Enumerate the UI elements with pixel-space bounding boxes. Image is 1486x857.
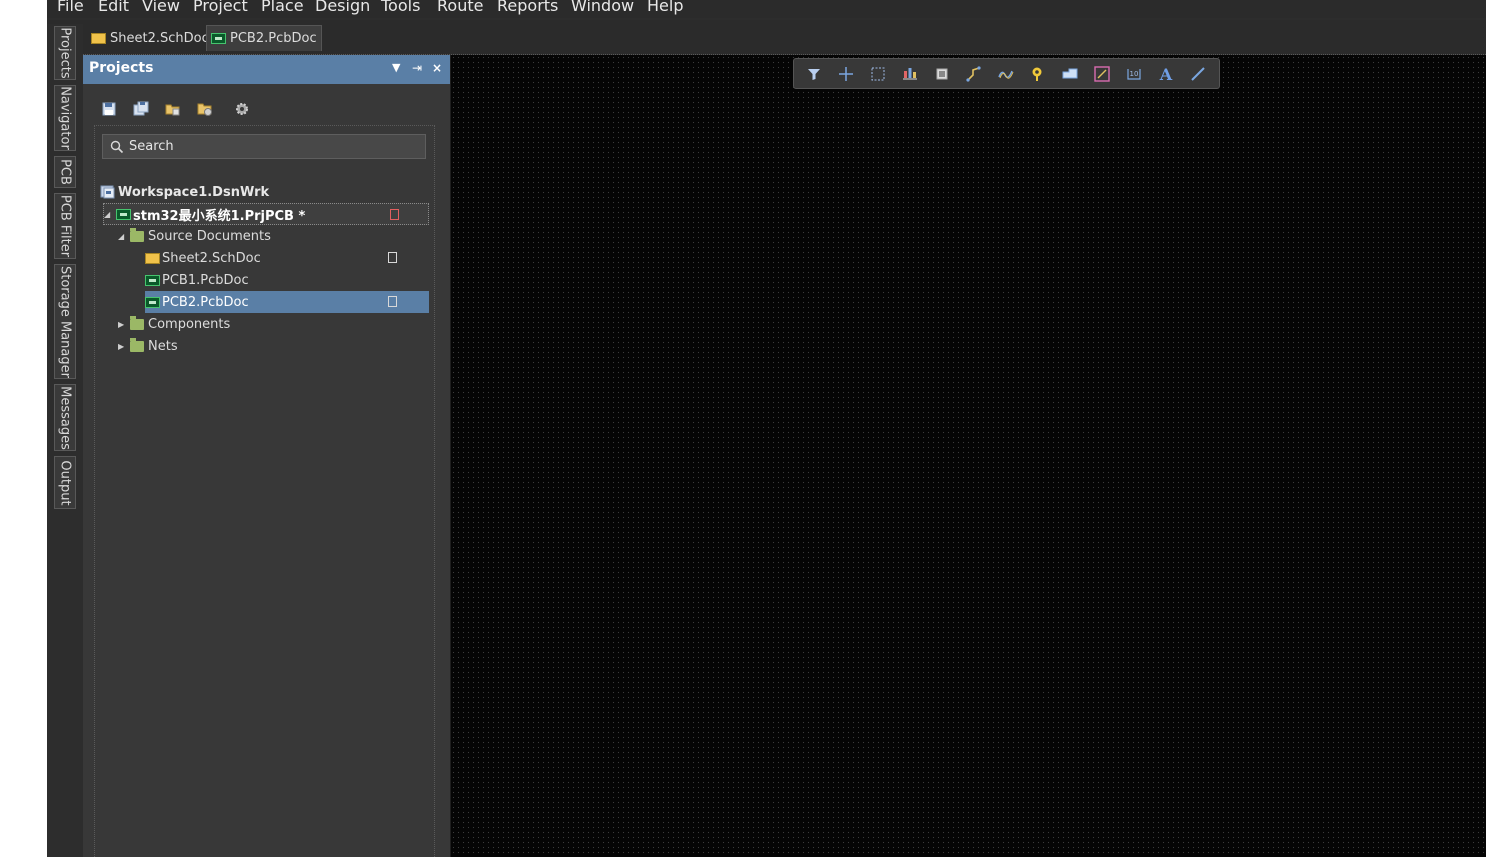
menu-reports[interactable]: Reports	[497, 0, 558, 15]
select-rect-icon[interactable]	[867, 63, 889, 85]
doc-status-icon	[388, 296, 397, 307]
altium-window: File Edit View Project Place Design Tool…	[47, 0, 1486, 857]
doc-label: PCB1.PcbDoc	[162, 272, 249, 288]
menu-project[interactable]: Project	[193, 0, 248, 15]
tree-project[interactable]: ◢ stm32最小系统1.PrjPCB *	[103, 203, 429, 225]
menu-route[interactable]: Route	[437, 0, 483, 15]
menu-edit[interactable]: Edit	[98, 0, 129, 15]
keepout-icon[interactable]	[1091, 63, 1113, 85]
doc-label: Sheet2.SchDoc	[162, 250, 261, 266]
via-icon[interactable]	[1027, 63, 1049, 85]
schematic-doc-icon	[91, 32, 106, 44]
menu-file[interactable]: File	[57, 0, 84, 15]
expand-arrow-icon[interactable]: ▶	[118, 320, 130, 329]
side-tab-pcb-filter[interactable]: PCB Filter	[54, 193, 76, 259]
folder-label: Nets	[148, 338, 178, 354]
menu-place[interactable]: Place	[261, 0, 304, 15]
search-icon	[110, 140, 124, 154]
tree-source-documents[interactable]: ◢ Source Documents	[118, 225, 271, 247]
polygon-icon[interactable]	[1059, 63, 1081, 85]
side-tab-navigator[interactable]: Navigator	[54, 85, 76, 151]
search-placeholder: Search	[129, 139, 174, 154]
folder-icon	[130, 337, 144, 352]
menu-view[interactable]: View	[142, 0, 180, 15]
modified-doc-icon	[390, 209, 399, 220]
pcb-project-icon	[116, 208, 131, 220]
pcb-doc-icon	[145, 274, 160, 286]
workspace-label: Workspace1.DsnWrk	[118, 184, 270, 200]
side-tab-storage-manager[interactable]: Storage Manager	[54, 264, 76, 379]
folder-label: Source Documents	[148, 228, 271, 244]
tab-sheet2-schdoc[interactable]: Sheet2.SchDoc	[87, 25, 213, 51]
align-icon[interactable]	[899, 63, 921, 85]
side-tab-label: PCB Filter	[57, 194, 73, 258]
menu-tools[interactable]: Tools	[381, 0, 420, 15]
side-tab-label: Navigator	[57, 86, 73, 150]
filter-icon[interactable]	[803, 63, 825, 85]
line-icon[interactable]	[1187, 63, 1209, 85]
tree-workspace[interactable]: Workspace1.DsnWrk	[100, 181, 269, 203]
side-tab-label: Messages	[57, 385, 73, 450]
tree-components[interactable]: ▶ Components	[118, 313, 230, 335]
pcb-doc-icon	[211, 33, 226, 44]
tree-doc-sheet2[interactable]: Sheet2.SchDoc	[145, 247, 429, 269]
pin-icon[interactable]: ⇥	[412, 61, 422, 75]
collapse-arrow-icon[interactable]: ◢	[104, 210, 116, 219]
project-label: stm32最小系统1.PrjPCB *	[133, 208, 306, 224]
add-folder-icon[interactable]	[197, 101, 213, 117]
menu-design[interactable]: Design	[315, 0, 370, 15]
workspace-icon	[100, 185, 115, 199]
side-panel-tabs: Projects Navigator PCB PCB Filter Storag…	[47, 24, 83, 857]
tree-doc-pcb2-selected[interactable]: PCB2.PcbDoc	[145, 291, 429, 313]
diff-pair-icon[interactable]	[995, 63, 1017, 85]
tab-label: Sheet2.SchDoc	[110, 30, 209, 46]
side-tab-label: PCB	[57, 159, 73, 185]
folder-icon	[130, 227, 144, 242]
side-tab-messages[interactable]: Messages	[54, 384, 76, 451]
folder-icon	[130, 315, 144, 330]
tab-pcb2-pcbdoc[interactable]: PCB2.PcbDoc	[206, 25, 322, 51]
svg-text:10: 10	[1130, 70, 1139, 78]
save-icon[interactable]	[101, 101, 117, 117]
projects-panel: Projects ▼ ⇥ × Search Workspace1.DsnWrk …	[83, 55, 451, 857]
dropdown-icon[interactable]: ▼	[392, 61, 400, 74]
active-bar-toolbar: 10 A	[793, 58, 1220, 89]
pcb-editor-canvas[interactable]	[451, 55, 1486, 857]
panel-header: Projects ▼ ⇥ ×	[83, 55, 450, 84]
panel-title: Projects	[89, 60, 154, 76]
dimension-icon[interactable]: 10	[1123, 63, 1145, 85]
side-tab-label: Output	[57, 459, 73, 506]
menu-help[interactable]: Help	[647, 0, 683, 15]
expand-arrow-icon[interactable]: ▶	[118, 342, 130, 351]
cross-probe-icon[interactable]	[835, 63, 857, 85]
side-tab-output[interactable]: Output	[54, 456, 76, 509]
component-icon[interactable]	[931, 63, 953, 85]
tree-nets[interactable]: ▶ Nets	[118, 335, 178, 357]
pcb-doc-icon	[145, 296, 160, 308]
save-all-icon[interactable]	[133, 101, 149, 117]
collapse-arrow-icon[interactable]: ◢	[118, 232, 130, 241]
document-tab-bar: Sheet2.SchDoc PCB2.PcbDoc	[47, 20, 1486, 55]
close-icon[interactable]: ×	[432, 61, 442, 75]
open-project-icon[interactable]	[165, 101, 181, 117]
menu-window[interactable]: Window	[571, 0, 634, 15]
side-tab-label: Projects	[57, 27, 73, 79]
route-icon[interactable]	[963, 63, 985, 85]
side-tab-pcb[interactable]: PCB	[54, 156, 76, 188]
side-tab-label: Storage Manager	[57, 265, 73, 378]
schematic-doc-icon	[145, 252, 160, 264]
search-input[interactable]: Search	[102, 134, 426, 159]
settings-gear-icon[interactable]	[234, 101, 250, 117]
doc-status-icon	[388, 252, 397, 263]
tab-label: PCB2.PcbDoc	[230, 31, 317, 46]
side-tab-projects[interactable]: Projects	[54, 26, 76, 80]
doc-label: PCB2.PcbDoc	[162, 294, 249, 310]
menu-bar: File Edit View Project Place Design Tool…	[47, 0, 1486, 18]
folder-label: Components	[148, 316, 231, 332]
svg-text:A: A	[1159, 65, 1173, 84]
tree-doc-pcb1[interactable]: PCB1.PcbDoc	[145, 269, 249, 291]
text-icon[interactable]: A	[1155, 63, 1177, 85]
